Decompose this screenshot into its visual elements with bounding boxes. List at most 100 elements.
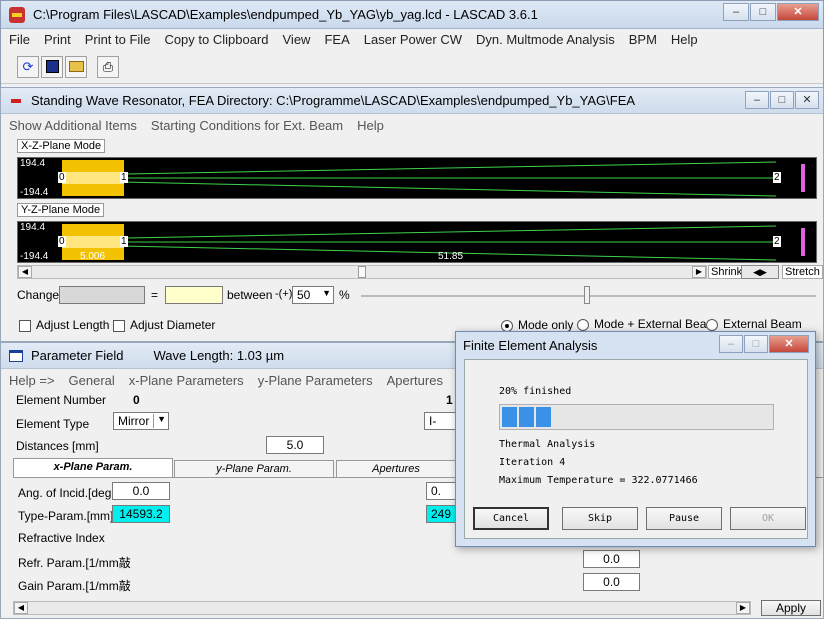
- stretch-button[interactable]: Stretch: [782, 265, 823, 279]
- resonator-titlebar[interactable]: Standing Wave Resonator, FEA Directory: …: [1, 88, 823, 114]
- apply-button[interactable]: Apply: [761, 600, 821, 616]
- element-type-label: Element Type: [16, 417, 90, 431]
- tab-apertures[interactable]: Apertures: [336, 460, 456, 478]
- save-button[interactable]: [41, 55, 63, 78]
- resonator-window: Standing Wave Resonator, FEA Directory: …: [0, 87, 824, 342]
- type-param-field[interactable]: 14593.2: [112, 505, 170, 523]
- xz-element-0: 0: [58, 172, 66, 183]
- change-value-field[interactable]: [165, 286, 223, 304]
- refr-param-field[interactable]: 0.0: [583, 550, 640, 568]
- minimize-button[interactable]: –: [723, 3, 749, 21]
- element-number-label: Element Number: [16, 393, 107, 407]
- resonator-horizontal-scrollbar[interactable]: ◀ ▶: [17, 265, 707, 279]
- progress-segment: [519, 407, 534, 427]
- menu-laser-power-cw[interactable]: Laser Power CW: [364, 32, 462, 47]
- change-slider-thumb[interactable]: [584, 286, 590, 304]
- refresh-button[interactable]: ⟳: [17, 55, 39, 78]
- fea-dialog-titlebar[interactable]: Finite Element Analysis – □ ✕: [456, 332, 815, 358]
- lascad-app-icon: [9, 6, 25, 23]
- crystal-core: [62, 236, 124, 248]
- between-select[interactable]: 50 ▼: [292, 286, 334, 304]
- resonator-close-button[interactable]: ✕: [795, 91, 819, 109]
- menu-y-plane-params[interactable]: y-Plane Parameters: [258, 373, 373, 388]
- adjust-length-box[interactable]: [19, 319, 31, 332]
- progress-fill: [500, 405, 773, 429]
- main-window-title: C:\Program Files\LASCAD\Examples\endpump…: [33, 7, 538, 22]
- gain-param-field[interactable]: 0.0: [583, 573, 640, 591]
- type-param-field-1[interactable]: 249: [426, 505, 458, 523]
- main-menubar: File Print Print to File Copy to Clipboa…: [1, 29, 823, 50]
- main-titlebar[interactable]: C:\Program Files\LASCAD\Examples\endpump…: [1, 1, 823, 29]
- skip-button[interactable]: Skip: [562, 507, 638, 530]
- menu-file[interactable]: File: [9, 32, 30, 47]
- angle-field[interactable]: 0.0: [112, 482, 170, 500]
- fea-maximize-button[interactable]: □: [744, 335, 768, 353]
- change-field[interactable]: [59, 286, 145, 304]
- yz-beam-graphic: [62, 224, 805, 261]
- distance-field[interactable]: 5.0: [266, 436, 324, 454]
- close-button[interactable]: ✕: [777, 3, 819, 21]
- adjust-length-checkbox[interactable]: Adjust Length: [19, 318, 109, 332]
- mode-only-radio[interactable]: Mode only: [501, 318, 573, 332]
- element-type-select-1[interactable]: I-Face: [424, 412, 456, 430]
- tab-y-plane-param[interactable]: y-Plane Param.: [174, 460, 334, 478]
- mode-only-label: Mode only: [518, 318, 574, 332]
- beam-line-bottom: [123, 181, 777, 197]
- resonator-maximize-button[interactable]: □: [770, 91, 794, 109]
- menu-view[interactable]: View: [283, 32, 311, 47]
- fea-dialog-title: Finite Element Analysis: [463, 337, 598, 353]
- yz-element-1: 1: [120, 236, 128, 247]
- position-left-label: 5.006: [80, 251, 106, 262]
- shrink-button[interactable]: Shrink: [708, 265, 746, 279]
- percent-label: %: [339, 288, 350, 302]
- menu-general[interactable]: General: [69, 373, 115, 388]
- menu-fea[interactable]: FEA: [324, 32, 349, 47]
- adjust-diameter-checkbox[interactable]: Adjust Diameter: [113, 318, 215, 332]
- ok-button[interactable]: OK: [730, 507, 806, 530]
- menu-print[interactable]: Print: [44, 32, 71, 47]
- menu-dyn-multimode[interactable]: Dyn. Multmode Analysis: [476, 32, 615, 47]
- fea-minimize-button[interactable]: –: [719, 335, 743, 353]
- param-scroll-right-button[interactable]: ▶: [736, 602, 750, 614]
- param-scroll-left-button[interactable]: ◀: [14, 602, 28, 614]
- open-button[interactable]: [65, 55, 87, 78]
- menu-starting-conditions[interactable]: Starting Conditions for Ext. Beam: [151, 118, 343, 133]
- pause-button[interactable]: Pause: [646, 507, 722, 530]
- beam-line-top: [123, 161, 777, 175]
- menu-show-additional-items[interactable]: Show Additional Items: [9, 118, 137, 133]
- cancel-button[interactable]: Cancel: [473, 507, 549, 530]
- menu-copy-to-clipboard[interactable]: Copy to Clipboard: [164, 32, 268, 47]
- menu-param-help[interactable]: Help =>: [9, 373, 55, 388]
- menu-x-plane-params[interactable]: x-Plane Parameters: [129, 373, 244, 388]
- status-line-2: Iteration 4: [499, 457, 566, 468]
- beam-line-top: [123, 225, 777, 239]
- menu-bpm[interactable]: BPM: [629, 32, 657, 47]
- ext-beam-only-dot[interactable]: [706, 318, 718, 331]
- print-button[interactable]: ⎙: [97, 55, 119, 78]
- menu-help[interactable]: Help: [671, 32, 698, 47]
- angle-field-1[interactable]: 0.: [426, 482, 458, 500]
- angle-label: Ang. of Incid.[deg.]: [18, 486, 119, 500]
- scroll-thumb[interactable]: [358, 266, 366, 278]
- fea-close-button[interactable]: ✕: [769, 335, 809, 353]
- element-type-select[interactable]: Mirror ▼: [113, 412, 169, 430]
- mode-ext-beam-radio[interactable]: Mode + External Beam: [577, 317, 716, 331]
- scroll-left-button[interactable]: ◀: [18, 266, 32, 278]
- xz-plane-plot[interactable]: 194.4 -194.4 0 1 2: [17, 157, 817, 199]
- scroll-right-button[interactable]: ▶: [692, 266, 706, 278]
- progress-segment: [502, 407, 517, 427]
- mode-ext-beam-label: Mode + External Beam: [594, 317, 717, 331]
- adjust-diameter-box[interactable]: [113, 319, 125, 332]
- shrink-stretch-arrows[interactable]: ◀▶: [741, 265, 779, 279]
- yz-plane-plot[interactable]: 194.4 -194.4 0 1 2 5.006 51.85: [17, 221, 817, 263]
- xz-beam-graphic: [62, 160, 805, 197]
- maximize-button[interactable]: □: [750, 3, 776, 21]
- tab-x-plane-param[interactable]: x-Plane Param.: [13, 458, 173, 478]
- menu-print-to-file[interactable]: Print to File: [85, 32, 151, 47]
- menu-apertures[interactable]: Apertures: [387, 373, 443, 388]
- parameter-horizontal-scrollbar[interactable]: ◀ ▶: [13, 601, 751, 615]
- resonator-minimize-button[interactable]: –: [745, 91, 769, 109]
- adjust-diameter-label: Adjust Diameter: [130, 318, 216, 332]
- mode-ext-beam-dot[interactable]: [577, 318, 589, 331]
- menu-resonator-help[interactable]: Help: [357, 118, 384, 133]
